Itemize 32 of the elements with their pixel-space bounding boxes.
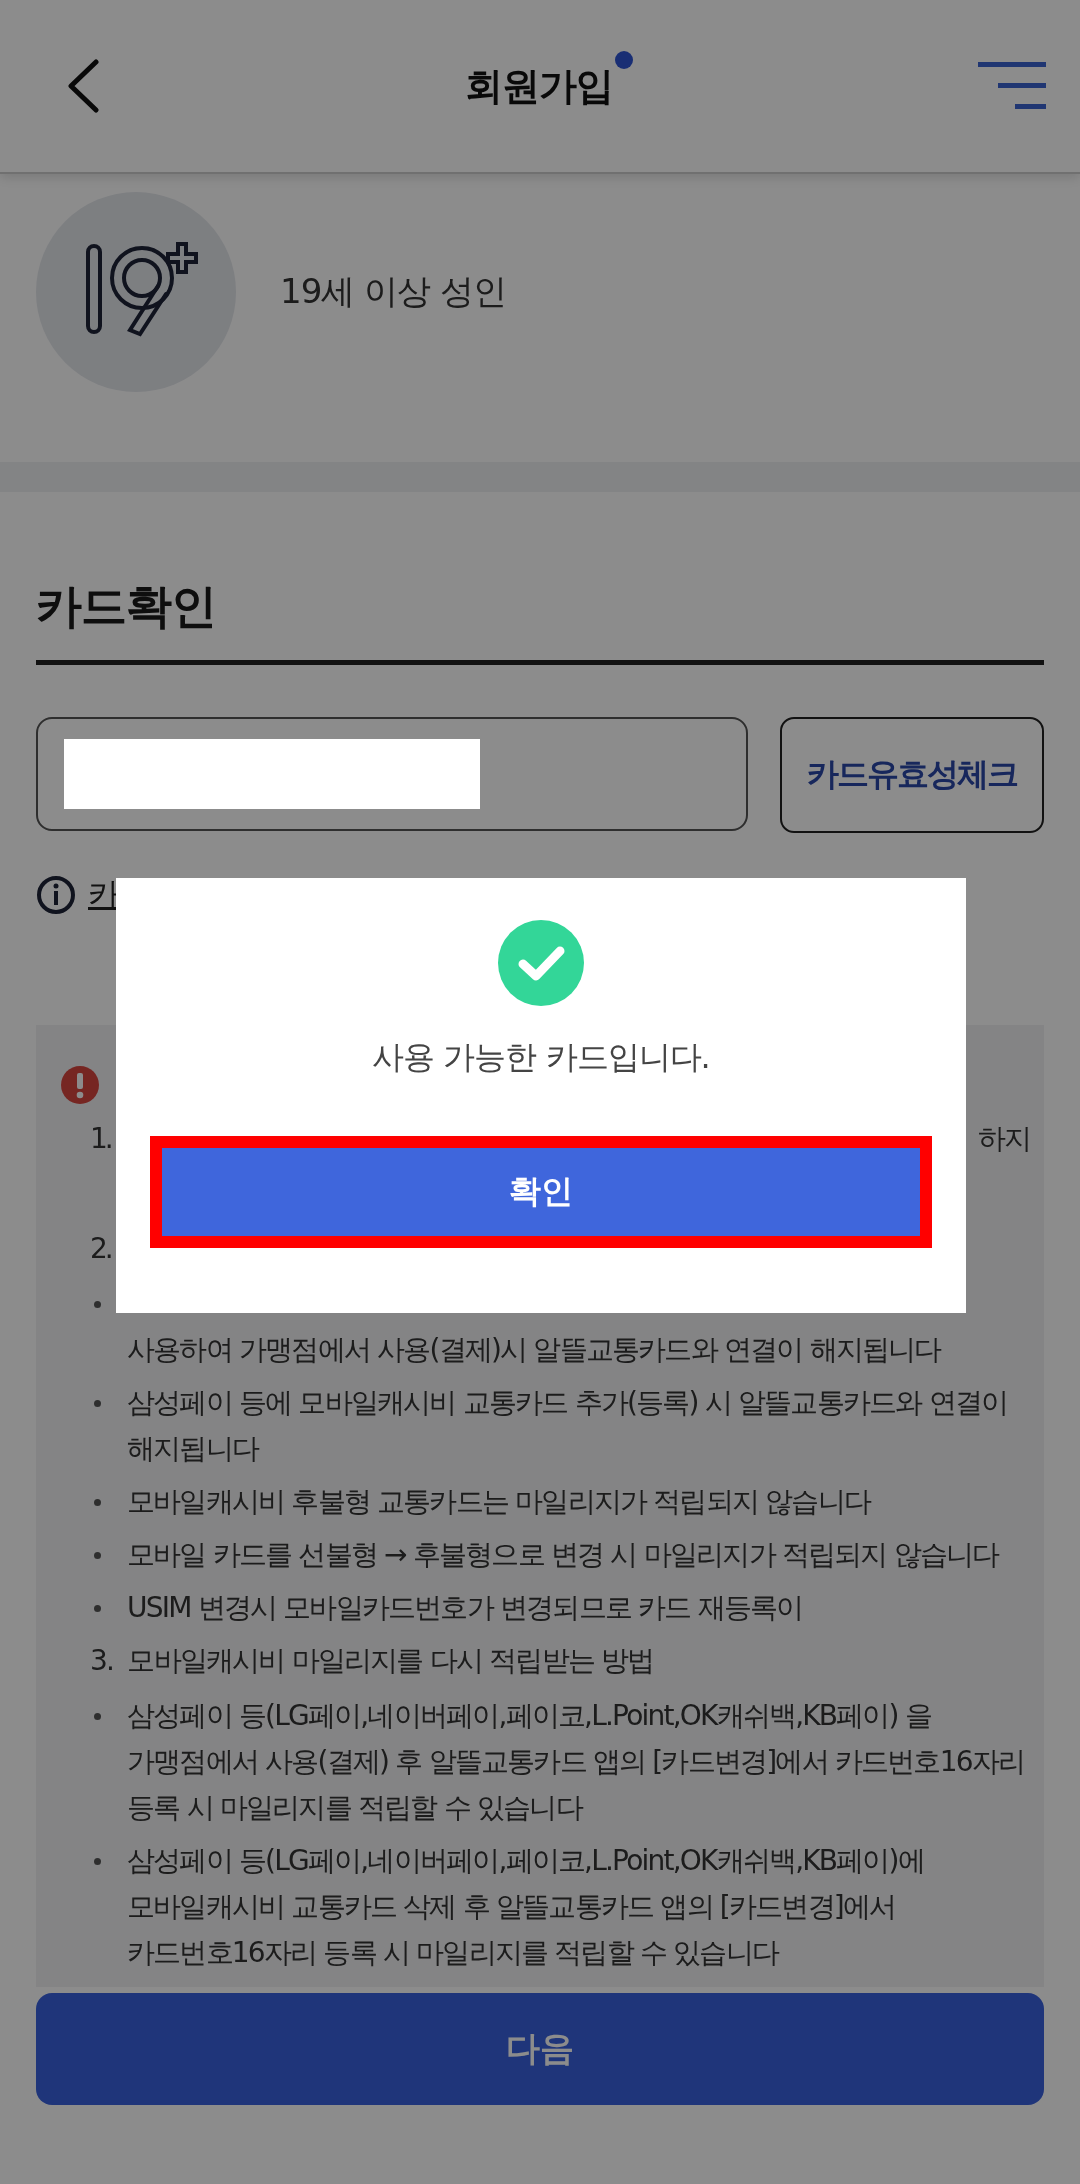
age-label: 19세 이상 성인 <box>280 270 506 313</box>
section-title: 카드확인 <box>36 492 1044 665</box>
info-link[interactable]: 카 <box>88 873 120 917</box>
bullet-icon <box>94 1713 101 1720</box>
notice-text: 하지 <box>977 1121 1030 1157</box>
bullet-icon <box>94 1605 101 1612</box>
notice-text: 모바일캐시비 후불형 교통카드는 마일리지가 적립되지 않습니다 <box>127 1484 870 1520</box>
notice-text: 삼성페이 등(LG페이,네이버페이,페이코,L.Point,OK캐쉬백,KB페이)에 모바일캐시비 교통카드 삭제 후 알뜰교통카드 앱의 [카드변경]에서 카드번호16자리 등록 시 마일리지를 적립할 수 있습니다 <box>127 1843 925 1971</box>
notice-text: 2. <box>90 1232 111 1265</box>
bullet-icon <box>94 1301 101 1308</box>
notice-text: 사용하여 가맹점에서 사용(결제)시 알뜰교통카드와 연결이 해지됩니다 <box>127 1332 941 1368</box>
notice-text: 모바일 카드를 선불형 → 후불형으로 변경 시 마일리지가 적립되지 않습니다 <box>127 1537 999 1573</box>
info-icon <box>36 875 76 915</box>
bullet-icon <box>94 1400 101 1407</box>
warning-icon <box>60 1065 100 1105</box>
notice-text: 삼성페이 등(LG페이,네이버페이,페이코,L.Point,OK캐쉬백,KB페이) 을 가맹점에서 사용(결제) 후 알뜰교통카드 앱의 [카드변경]에서 카드번호16자리 등록 시 마일리지를 적립할 수 있습니다 <box>127 1698 1026 1826</box>
dialog-message: 사용 가능한 카드입니다. <box>372 1037 710 1078</box>
notice-text: USIM 변경시 모바일카드번호가 변경되므로 카드 재등록이 <box>127 1590 803 1626</box>
back-icon[interactable] <box>66 59 100 113</box>
notice-text: 삼성페이 등에 모바일캐시비 교통카드 추가(등록) 시 알뜰교통카드와 연결이 해지됩니다 <box>127 1385 1009 1467</box>
next-button[interactable]: 다음 <box>36 1993 1044 2105</box>
page-title: 회원가입 <box>465 60 613 112</box>
bullet-icon <box>94 1499 101 1506</box>
notice-text: 3. 모바일캐시비 마일리지를 다시 적립받는 방법 <box>90 1644 654 1677</box>
bullet-icon <box>94 1552 101 1559</box>
confirm-button[interactable]: 확인 <box>150 1136 932 1248</box>
notice-text: 1. <box>90 1121 111 1157</box>
bullet-icon <box>94 1858 101 1865</box>
success-check-icon <box>498 920 584 1006</box>
card-check-button[interactable]: 카드유효성체크 <box>780 717 1044 833</box>
menu-icon[interactable] <box>978 62 1046 110</box>
card-number-field[interactable] <box>36 717 748 831</box>
